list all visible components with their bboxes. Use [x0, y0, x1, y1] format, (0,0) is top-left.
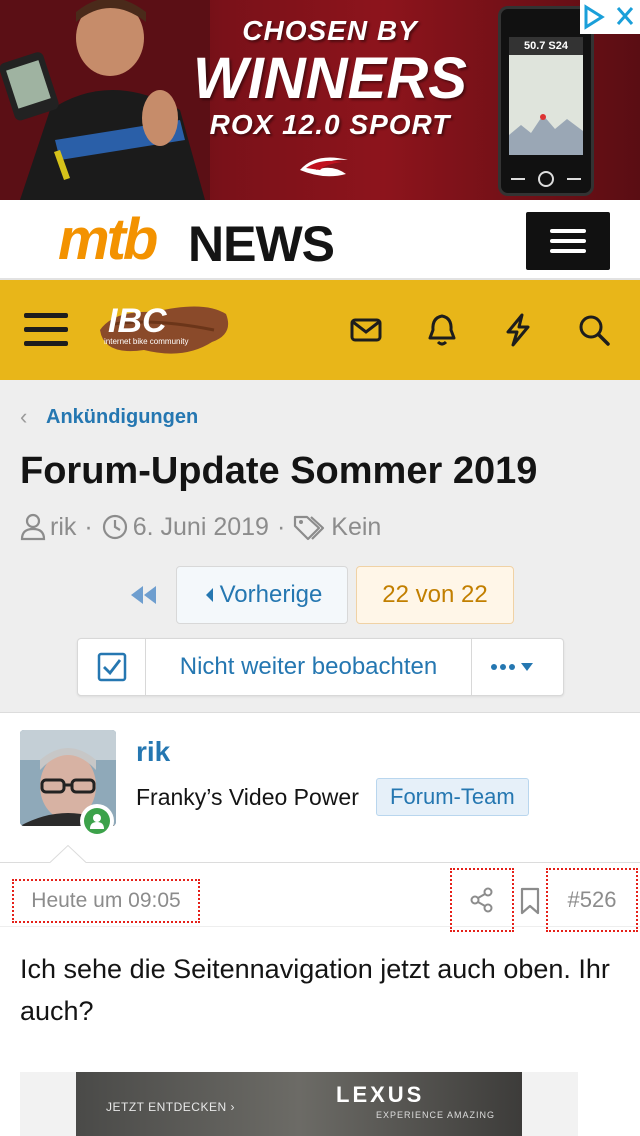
mtb-news-logo[interactable]: mtb NEWS — [58, 206, 358, 278]
post-number-link[interactable]: #526 — [546, 868, 638, 932]
ad-cta-text: JETZT ENTDECKEN › — [106, 1100, 235, 1114]
clock-icon — [102, 514, 127, 540]
site-menu-button[interactable] — [526, 212, 610, 270]
unwatch-button[interactable]: Nicht weiter beobachten — [146, 639, 472, 695]
ibc-logo[interactable]: IBC internet bike community — [94, 290, 234, 360]
adchoices-button[interactable] — [580, 0, 640, 34]
select-checkbox[interactable] — [78, 639, 146, 695]
logo-news-text: NEWS — [188, 216, 335, 272]
ad-headline: CHOSEN BY WINNERS ROX 12.0 SPORT — [190, 14, 470, 140]
thread-date[interactable]: 6. Juni 2019 — [133, 513, 269, 542]
ad-line-2: WINNERS — [193, 46, 467, 111]
post-body: Ich sehe die Seitennavigation jetzt auch… — [20, 954, 610, 1026]
caret-left-icon — [205, 588, 213, 602]
chevron-left-icon: ‹ — [20, 404, 28, 429]
post-username[interactable]: rik — [136, 736, 170, 768]
ad-brand-logo: LEXUS — [336, 1082, 425, 1107]
watch-button-group: Nicht weiter beobachten — [77, 638, 564, 696]
divider — [0, 712, 640, 713]
ad-rider-image — [0, 0, 210, 200]
ad-tagline: EXPERIENCE AMAZING — [376, 1110, 496, 1120]
online-status-icon — [80, 804, 114, 838]
share-button[interactable] — [450, 868, 514, 932]
ad-device-image: 50.7 S24 — [498, 6, 594, 196]
meta-separator: · — [84, 512, 93, 541]
bookmark-button[interactable] — [516, 884, 544, 918]
ellipsis-dropdown-icon — [491, 663, 533, 671]
checkbox-icon — [97, 652, 127, 682]
divider — [0, 926, 640, 927]
adchoices-icon — [584, 4, 634, 30]
pager-page-count[interactable]: 22 von 22 — [356, 566, 514, 624]
user-icon — [20, 513, 46, 541]
ibc-logo-text: IBC — [108, 302, 167, 340]
post-pointer-arrow — [50, 845, 86, 863]
thread-author[interactable]: rik — [50, 513, 76, 542]
thread-meta: rik · 6. Juni 2019 · Kein — [20, 510, 381, 544]
top-advertisement[interactable]: CHOSEN BY WINNERS ROX 12.0 SPORT 50.7 S2… — [0, 0, 640, 200]
bottom-advertisement[interactable]: JETZT ENTDECKEN › LEXUS EXPERIENCE AMAZI… — [20, 1072, 578, 1136]
breadcrumb-link[interactable]: Ankündigungen — [46, 406, 198, 429]
user-title: Franky’s Video Power — [136, 784, 359, 810]
tags-icon — [294, 515, 325, 541]
search-icon[interactable] — [576, 312, 612, 348]
double-chevron-left-icon — [131, 586, 156, 604]
pager-count-label: 22 von 22 — [382, 581, 488, 608]
breadcrumb[interactable]: ‹ Ankündigungen — [20, 404, 198, 430]
share-icon — [470, 887, 493, 913]
lightning-icon[interactable] — [500, 312, 536, 348]
inbox-icon[interactable] — [348, 312, 384, 348]
ibc-logo-graphic: IBC internet bike community — [100, 302, 229, 354]
device-screen-text: 50.7 S24 — [509, 37, 583, 55]
thread-tags: Kein — [331, 512, 382, 541]
pager-first-button[interactable] — [122, 566, 168, 624]
divider — [0, 862, 640, 863]
sigma-logo-icon — [300, 157, 348, 177]
user-online-icon — [90, 814, 104, 829]
forum-menu-button[interactable] — [24, 311, 68, 349]
bookmark-icon — [520, 887, 540, 915]
user-banner: Forum-Team — [376, 778, 529, 816]
ad-line-3: ROX 12.0 SPORT — [209, 109, 451, 140]
pager-prev-label: Vorherige — [219, 581, 323, 608]
pager-prev-button[interactable]: Vorherige — [176, 566, 348, 624]
ad-line-1: CHOSEN BY — [242, 15, 418, 46]
more-options-button[interactable] — [472, 639, 564, 695]
meta-separator: · — [276, 512, 286, 541]
page-title: Forum-Update Sommer 2019 — [20, 450, 538, 492]
post-timestamp[interactable]: Heute um 09:05 — [12, 879, 200, 923]
logo-mtb-text: mtb — [58, 207, 158, 272]
bell-icon[interactable] — [424, 312, 460, 348]
ibc-logo-subtitle: internet bike community — [104, 337, 188, 346]
